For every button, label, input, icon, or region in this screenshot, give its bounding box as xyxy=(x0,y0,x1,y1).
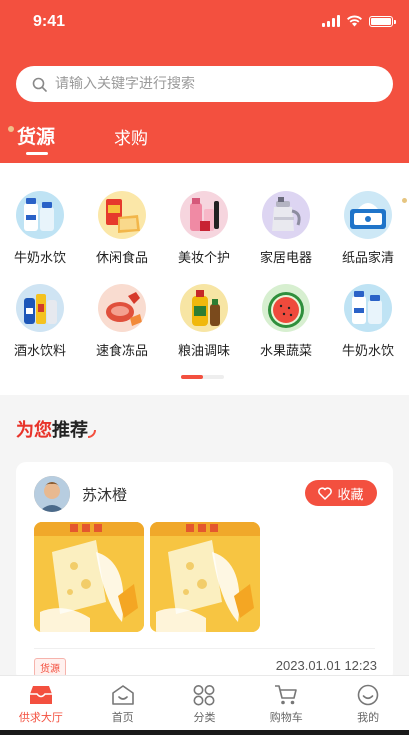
tabbar-label: 我的 xyxy=(357,711,380,724)
category-label: 酒水饮料 xyxy=(13,344,66,359)
tab-active-underline xyxy=(26,152,48,155)
category-label: 水果蔬菜 xyxy=(259,344,312,359)
search-input[interactable] xyxy=(55,76,355,92)
tab-supply[interactable]: 货源 xyxy=(17,122,56,155)
category-item[interactable]: 牛奶水饮 xyxy=(0,191,81,266)
category-item[interactable]: 牛奶水饮 xyxy=(327,284,409,359)
category-label: 休闲食品 xyxy=(95,251,148,266)
status-time: 9:41 xyxy=(33,13,66,30)
category-item[interactable]: 水果蔬菜 xyxy=(245,284,327,359)
tabbar-label: 分类 xyxy=(193,711,216,724)
favorite-label: 收藏 xyxy=(337,487,364,503)
category-label: 美妆个护 xyxy=(177,251,230,266)
category-label: 纸品家清 xyxy=(341,251,394,266)
category-item[interactable]: 纸品家清 xyxy=(327,191,409,266)
category-label: 牛奶水饮 xyxy=(341,344,394,359)
decor-dot xyxy=(402,198,407,203)
category-icon xyxy=(193,685,215,706)
tissue-icon xyxy=(344,191,392,239)
title-swoosh-icon xyxy=(88,430,96,438)
recommend-title-rest: 推荐 xyxy=(52,420,88,441)
recommend-title: 为您推荐 xyxy=(16,416,96,442)
category-item[interactable]: 家居电器 xyxy=(245,191,327,266)
search-icon xyxy=(32,77,47,92)
tabbar-label: 供求大厅 xyxy=(18,711,63,724)
category-grid: 牛奶水饮 休闲食品 美妆个护 家居电器 纸品家清 酒水饮料 速食冻品 粮油调味 … xyxy=(0,163,409,395)
category-item[interactable]: 速食冻品 xyxy=(81,284,163,359)
kettle-icon xyxy=(262,191,310,239)
cart-icon xyxy=(275,685,298,705)
wifi-icon xyxy=(347,15,362,27)
market-hall-icon xyxy=(29,686,52,704)
tabbar-item-category[interactable]: 分类 xyxy=(164,676,246,730)
milk-bottles-icon xyxy=(16,191,64,239)
watermelon-icon xyxy=(262,284,310,332)
snacks-icon xyxy=(98,191,146,239)
frozen-food-icon xyxy=(98,284,146,332)
category-item[interactable]: 酒水饮料 xyxy=(0,284,81,359)
cooking-oil-icon xyxy=(180,284,228,332)
card-divider xyxy=(34,648,375,649)
bottom-tab-bar: 供求大厅 首页 分类 购物车 我的 xyxy=(0,675,409,730)
user-name: 苏沐橙 xyxy=(82,486,128,504)
milk-bottles-icon xyxy=(344,284,392,332)
category-label: 家居电器 xyxy=(259,251,312,266)
cosmetics-icon xyxy=(180,191,228,239)
home-icon xyxy=(111,685,134,705)
cellular-signal-icon xyxy=(322,15,340,27)
tab-supply-label: 货源 xyxy=(17,126,56,148)
category-item[interactable]: 美妆个护 xyxy=(163,191,245,266)
tab-demand[interactable]: 求购 xyxy=(114,124,148,149)
status-bar: 9:41 xyxy=(0,0,409,46)
category-label: 粮油调味 xyxy=(177,344,230,359)
avatar[interactable] xyxy=(34,476,70,512)
post-card[interactable]: 苏沐橙 收藏 货源 2023.01.01 12:23 xyxy=(16,462,393,682)
battery-icon xyxy=(369,15,396,27)
search-bar[interactable] xyxy=(16,66,393,102)
category-pager-active xyxy=(181,375,203,379)
favorite-button[interactable]: 收藏 xyxy=(305,480,377,506)
recommend-title-highlight: 为您 xyxy=(16,420,52,441)
category-pager xyxy=(181,375,224,379)
tabbar-label: 购物车 xyxy=(269,711,303,724)
product-image[interactable] xyxy=(150,522,260,632)
heart-icon xyxy=(318,486,333,500)
decor-dot xyxy=(8,126,14,132)
category-item[interactable]: 粮油调味 xyxy=(163,284,245,359)
tabbar-item-home[interactable]: 首页 xyxy=(82,676,164,730)
category-label: 速食冻品 xyxy=(95,344,148,359)
header: 货源 求购 xyxy=(0,46,409,163)
category-label: 牛奶水饮 xyxy=(13,251,66,266)
profile-icon xyxy=(357,684,379,706)
tab-demand-label: 求购 xyxy=(114,129,148,149)
tabbar-item-market[interactable]: 供求大厅 xyxy=(0,676,82,730)
category-item[interactable]: 休闲食品 xyxy=(81,191,163,266)
home-indicator xyxy=(0,730,409,735)
tabbar-label: 首页 xyxy=(111,711,134,724)
product-image[interactable] xyxy=(34,522,144,632)
status-icons xyxy=(322,15,396,27)
post-timestamp: 2023.01.01 12:23 xyxy=(275,658,377,673)
tabbar-item-cart[interactable]: 购物车 xyxy=(245,676,327,730)
drinks-icon xyxy=(16,284,64,332)
tabbar-item-profile[interactable]: 我的 xyxy=(327,676,409,730)
